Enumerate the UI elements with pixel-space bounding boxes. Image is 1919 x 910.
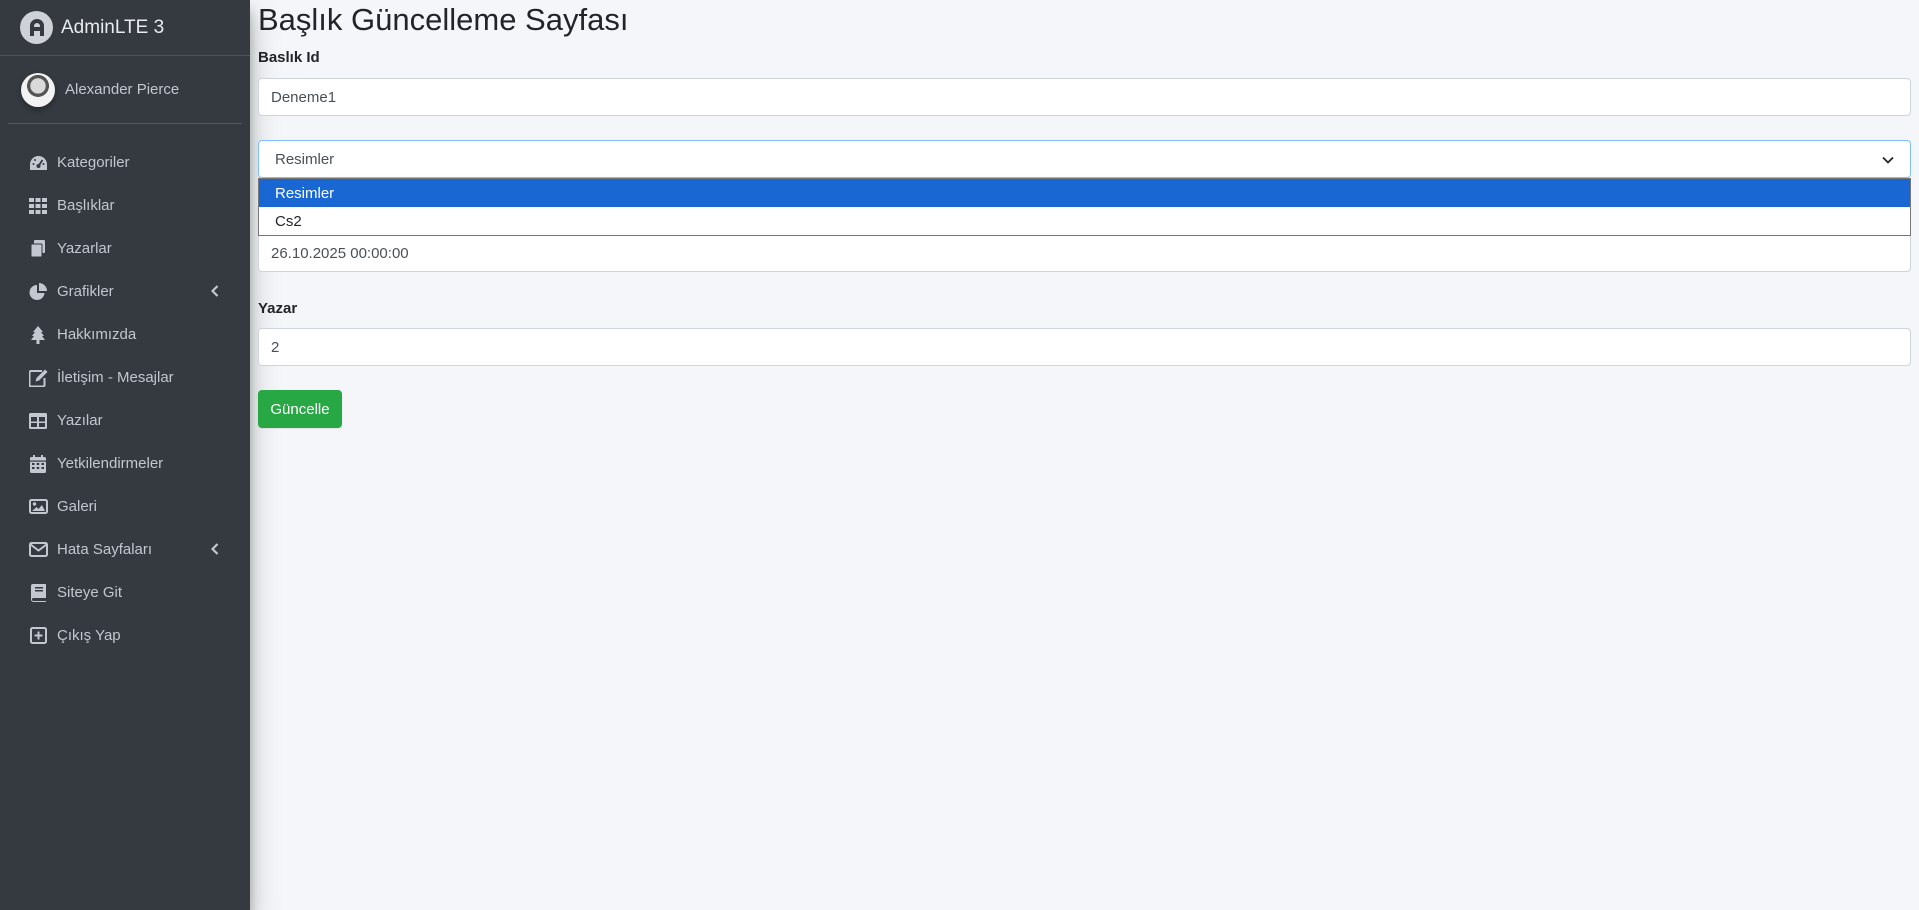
dropdown-option-resimler[interactable]: Resimler [259,179,1910,207]
sidebar-item-yetkilendirmeler[interactable]: Yetkilendirmeler [8,442,242,485]
date-input[interactable]: 26.10.2025 00:00:00 [258,234,1911,272]
baslik-id-label: Baslık Id [258,49,320,66]
envelope-icon [28,540,48,560]
dropdown-option-cs2[interactable]: Cs2 [259,207,1910,235]
page-title: Başlık Güncelleme Sayfası [258,2,629,37]
sidebar-item-siteye-git[interactable]: Siteye Git [8,571,242,614]
main-sidebar: AdminLTE 3 Alexander Pierce Kategoriler … [0,0,250,910]
sidebar-item-label: Hakkımızda [57,326,137,343]
sidebar-item-label: İletişim - Mesajlar [57,369,174,386]
sidebar-item-yazarlar[interactable]: Yazarlar [8,227,242,270]
sidebar-item-label: Yazılar [57,412,103,429]
chevron-down-icon [1882,151,1894,168]
calendar-icon [28,454,48,474]
brand-text: AdminLTE 3 [61,16,165,38]
sidebar-item-label: Yetkilendirmeler [57,455,164,472]
category-select[interactable]: Resimler [258,140,1911,178]
brand-link[interactable]: AdminLTE 3 [0,0,250,56]
user-name[interactable]: Alexander Pierce [65,81,179,98]
yazar-label: Yazar [258,300,298,317]
tree-icon [28,325,48,345]
sidebar-nav: Kategoriler Başlıklar Yazarlar Grafikler [0,141,250,657]
th-grid-icon [28,196,48,216]
sidebar-item-label: Kategoriler [57,154,130,171]
category-dropdown-list: Resimler Cs2 [258,178,1911,236]
sidebar-item-hakkimizda[interactable]: Hakkımızda [8,313,242,356]
sidebar-item-label: Grafikler [57,283,114,300]
adminlte-logo-icon [20,11,53,44]
sidebar-item-hata-sayfalari[interactable]: Hata Sayfaları [8,528,242,571]
sidebar-item-galeri[interactable]: Galeri [8,485,242,528]
user-panel[interactable]: Alexander Pierce [8,56,242,124]
table-icon [28,411,48,431]
sidebar-item-label: Başlıklar [57,197,115,214]
chart-pie-icon [28,282,48,302]
sidebar-item-iletisim-mesajlar[interactable]: İletişim - Mesajlar [8,356,242,399]
tachometer-icon [28,153,48,173]
plus-square-icon [28,626,48,646]
sidebar-item-cikis-yap[interactable]: Çıkış Yap [8,614,242,657]
image-icon [28,497,48,517]
sidebar-item-label: Yazarlar [57,240,112,257]
sidebar-item-grafikler[interactable]: Grafikler [8,270,242,313]
sidebar-item-label: Hata Sayfaları [57,541,153,558]
sidebar-item-basliklar[interactable]: Başlıklar [8,184,242,227]
guncelle-button[interactable]: Güncelle [258,390,342,428]
sidebar-item-yazilar[interactable]: Yazılar [8,399,242,442]
edit-icon [28,368,48,388]
user-avatar [21,72,55,107]
sidebar-item-label: Siteye Git [57,584,123,601]
sidebar-item-label: Çıkış Yap [57,627,121,644]
content-wrapper: Başlık Güncelleme Sayfası Baslık Id Dene… [250,0,1919,910]
sidebar-item-kategoriler[interactable]: Kategoriler [8,141,242,184]
baslik-id-input[interactable]: Deneme1 [258,78,1911,116]
sidebar-item-label: Galeri [57,498,98,515]
book-icon [28,583,48,603]
yazar-input[interactable]: 2 [258,328,1911,366]
copy-icon [28,239,48,259]
chevron-left-icon [210,542,220,556]
category-select-value: Resimler [275,150,335,168]
chevron-left-icon [210,284,220,298]
